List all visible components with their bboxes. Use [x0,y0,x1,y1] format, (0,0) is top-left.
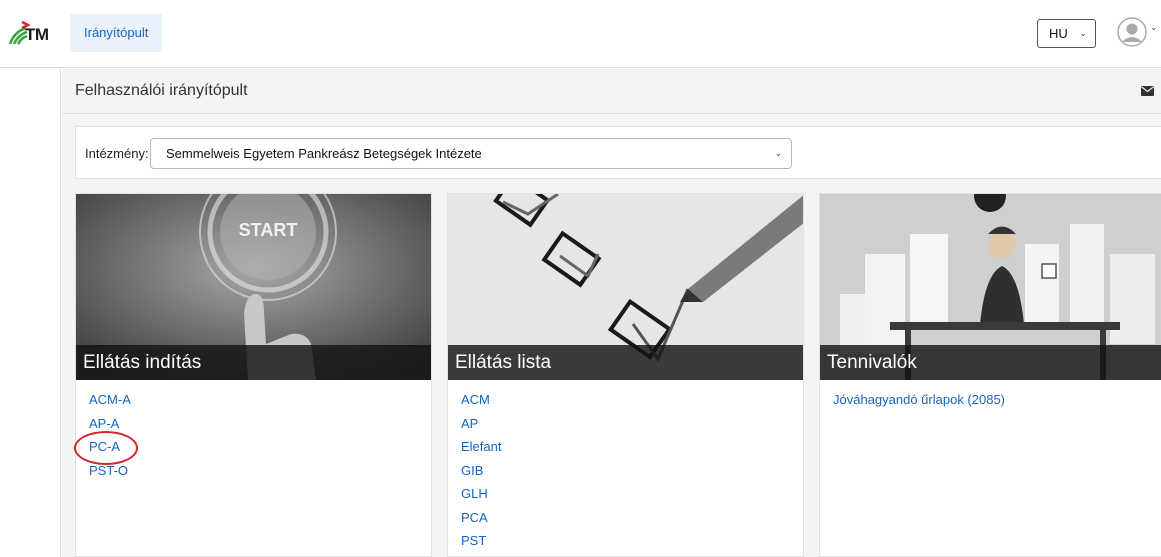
link-elefant[interactable]: Elefant [461,439,501,463]
institution-panel: Intézmény: Semmelweis Egyetem Pankreász … [75,126,1161,179]
highlight-ring [74,431,138,465]
link-glh[interactable]: GLH [461,486,501,510]
top-navbar: TM Irányítópult HU ⌄ ⌄ [0,0,1161,68]
card-title: Ellátás lista [455,352,552,373]
institution-select[interactable]: Semmelweis Egyetem Pankreász Betegségek … [150,138,792,169]
link-pst[interactable]: PST [461,533,501,557]
app-logo[interactable]: TM [8,20,52,48]
user-avatar-icon[interactable] [1117,17,1147,47]
card-link-list: Jóváhagyandó űrlapok (2085) [833,392,1005,416]
card-start-care: START Ellátás indítás ACM-A AP-A PC-A PS… [75,193,432,557]
left-sidebar [0,69,61,557]
card-todos: Tennivalók Jóváhagyandó űrlapok (2085) [819,193,1161,557]
card-title-bar: Tennivalók [820,345,1161,380]
page-header: Felhasználói irányítópult [62,69,1161,114]
institution-label: Intézmény: [85,146,149,161]
link-acm[interactable]: ACM [461,392,501,416]
language-select[interactable]: HU ⌄ [1037,19,1096,48]
page-title: Felhasználói irányítópult [75,82,248,99]
link-pca[interactable]: PCA [461,510,501,534]
card-title: Ellátás indítás [83,352,202,373]
logo-text: TM [25,25,49,44]
chevron-down-icon: ⌄ [774,148,782,158]
link-gib[interactable]: GIB [461,463,501,487]
nav-tab-dashboard[interactable]: Irányítópult [70,14,163,52]
institution-value: Semmelweis Egyetem Pankreász Betegségek … [166,146,482,161]
user-menu-chevron-icon[interactable]: ⌄ [1150,22,1158,33]
card-care-list: Ellátás lista ACM AP Elefant GIB GLH PCA… [447,193,804,557]
start-image-text: START [239,220,298,240]
link-ap[interactable]: AP [461,416,501,440]
card-link-list: ACM AP Elefant GIB GLH PCA PST [461,392,501,557]
chevron-down-icon: ⌄ [1079,28,1087,38]
link-acm-a[interactable]: ACM-A [89,392,131,416]
link-pst-o[interactable]: PST-O [89,463,131,487]
link-pending-forms[interactable]: Jóváhagyandó űrlapok (2085) [833,392,1005,416]
card-title-bar: Ellátás indítás [76,345,431,380]
language-value: HU [1049,26,1068,41]
main-content: Felhasználói irányítópult Intézmény: Sem… [62,69,1161,557]
card-title-bar: Ellátás lista [448,345,803,380]
card-title: Tennivalók [827,352,917,373]
envelope-icon[interactable] [1141,86,1154,96]
